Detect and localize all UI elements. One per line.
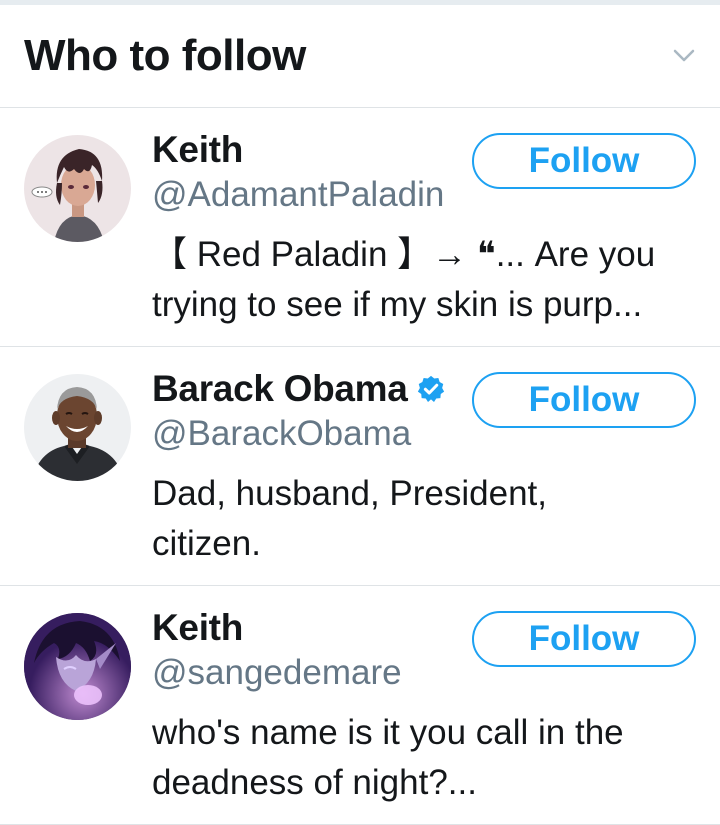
- account-item[interactable]: Keith @sangedemare who's name is it you …: [0, 586, 720, 825]
- bio-line: deadness of night?...: [152, 763, 477, 802]
- bio-line: who's name is it you call in the: [152, 713, 624, 752]
- follow-button[interactable]: Follow: [472, 372, 696, 428]
- avatar[interactable]: [24, 374, 131, 481]
- purple-anime-avatar-icon: [24, 613, 131, 720]
- account-bio: 【 Red Paladin 】→ ❝... Are you trying to …: [152, 230, 700, 330]
- follow-button[interactable]: Follow: [472, 611, 696, 667]
- who-to-follow-header: Who to follow: [0, 5, 720, 108]
- account-name[interactable]: Barack Obama: [152, 368, 408, 410]
- bio-line: citizen.: [152, 524, 261, 563]
- account-bio: Dad, husband, President, citizen.: [152, 469, 700, 569]
- bio-line: 【 Red Paladin 】→ ❝... Are you: [152, 235, 656, 274]
- avatar[interactable]: [24, 135, 131, 242]
- portrait-avatar-icon: [24, 374, 131, 481]
- account-item[interactable]: Barack Obama @BarackObama Dad, husband, …: [0, 347, 720, 586]
- bio-line: Dad, husband, President,: [152, 474, 547, 513]
- bio-line: trying to see if my skin is purp...: [152, 285, 643, 324]
- verified-badge-icon: [416, 374, 446, 404]
- account-item[interactable]: Keith @AdamantPaladin 【 Red Paladin 】→ ❝…: [0, 108, 720, 347]
- chevron-down-icon[interactable]: [672, 44, 696, 68]
- follow-button[interactable]: Follow: [472, 133, 696, 189]
- anime-avatar-icon: [24, 135, 131, 242]
- section-title: Who to follow: [24, 31, 306, 80]
- account-name[interactable]: Keith: [152, 129, 243, 171]
- avatar[interactable]: [24, 613, 131, 720]
- account-bio: who's name is it you call in the deadnes…: [152, 708, 700, 808]
- account-name[interactable]: Keith: [152, 607, 243, 649]
